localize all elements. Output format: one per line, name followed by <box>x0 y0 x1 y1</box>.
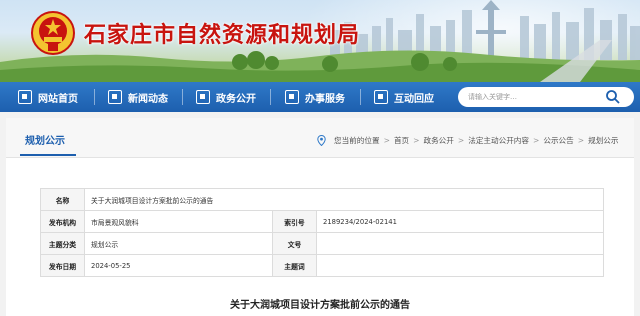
section-header: 规划公示 您当前的位置 > 首页 > 政务公开 > 法定主动公开内容 > 公示公告 > 规划公示 <box>6 118 634 158</box>
name-label: 名称 <box>40 188 85 211</box>
name-value: 关于大润城项目设计方案批前公示的通告 <box>84 188 604 211</box>
breadcrumb-item[interactable]: 政务公开 <box>424 136 454 145</box>
docno-value <box>316 232 604 255</box>
index-label: 索引号 <box>272 210 317 233</box>
nav-item-service[interactable]: 办事服务 <box>285 82 345 112</box>
nav-item-label: 办事服务 <box>305 93 345 105</box>
breadcrumb: 您当前的位置 > 首页 > 政务公开 > 法定主动公开内容 > 公示公告 > 规划公示 <box>334 135 619 146</box>
table-row: 名称 关于大润城项目设计方案批前公示的通告 <box>40 188 604 211</box>
home-icon <box>18 90 32 104</box>
section-tab[interactable]: 规划公示 <box>25 132 65 147</box>
nav-item-label: 政务公开 <box>216 93 256 105</box>
date-label: 发布日期 <box>40 254 85 277</box>
date-value: 2024-05-25 <box>84 254 273 277</box>
header-banner: 石家庄市自然资源和规划局 <box>0 0 640 82</box>
nav-item-label: 互动回应 <box>394 93 434 105</box>
breadcrumb-separator: > <box>533 136 540 145</box>
national-emblem-icon <box>31 11 75 55</box>
location-pin-icon <box>317 135 326 146</box>
nav-item-home[interactable]: 网站首页 <box>18 82 78 112</box>
breadcrumb-separator: > <box>577 136 585 145</box>
search-button[interactable] <box>600 88 626 106</box>
interaction-icon <box>374 90 388 104</box>
search-input[interactable] <box>468 90 598 104</box>
nav-item-open-gov[interactable]: 政务公开 <box>196 82 256 112</box>
service-icon <box>285 90 299 104</box>
open-gov-icon <box>196 90 210 104</box>
table-row: 发布机构 市局景观风貌科 索引号 2189234/2024-02141 <box>40 210 604 233</box>
breadcrumb-separator: > <box>457 136 465 145</box>
breadcrumb-item[interactable]: 规划公示 <box>588 136 618 145</box>
nav-item-label: 网站首页 <box>38 93 78 105</box>
news-icon <box>108 90 122 104</box>
category-label: 主题分类 <box>40 232 85 255</box>
index-value: 2189234/2024-02141 <box>316 210 604 233</box>
breadcrumb-item[interactable]: 首页 <box>394 136 409 145</box>
breadcrumb-separator: > <box>383 136 390 145</box>
nav-divider <box>360 89 361 105</box>
keywords-value <box>316 254 604 277</box>
nav-divider <box>94 89 95 105</box>
keywords-label: 主题词 <box>272 254 317 277</box>
nav-divider <box>270 89 271 105</box>
content-panel: 规划公示 您当前的位置 > 首页 > 政务公开 > 法定主动公开内容 > 公示公告 > 规划公示 名… <box>6 118 634 316</box>
org-label: 发布机构 <box>40 210 85 233</box>
breadcrumb-separator: > <box>413 136 420 145</box>
tab-underline <box>20 154 76 156</box>
nav-item-label: 新闻动态 <box>128 93 168 105</box>
breadcrumb-item[interactable]: 公示公告 <box>543 136 573 145</box>
nav-item-interaction[interactable]: 互动回应 <box>374 82 434 112</box>
nav-item-news[interactable]: 新闻动态 <box>108 82 168 112</box>
org-value: 市局景观风貌科 <box>84 210 273 233</box>
document-info-table: 名称 关于大润城项目设计方案批前公示的通告 发布机构 市局景观风貌科 索引号 2… <box>40 188 604 277</box>
table-row: 主题分类 规划公示 文号 <box>40 232 604 255</box>
site-title: 石家庄市自然资源和规划局 <box>84 22 361 48</box>
breadcrumb-prefix: 您当前的位置 <box>334 136 380 145</box>
table-row: 发布日期 2024-05-25 主题词 <box>40 254 604 277</box>
docno-label: 文号 <box>272 232 317 255</box>
article-title: 关于大润城项目设计方案批前公示的通告 <box>230 300 410 311</box>
breadcrumb-item[interactable]: 法定主动公开内容 <box>468 136 529 145</box>
category-value: 规划公示 <box>84 232 273 255</box>
search-icon <box>606 90 620 104</box>
nav-divider <box>182 89 183 105</box>
